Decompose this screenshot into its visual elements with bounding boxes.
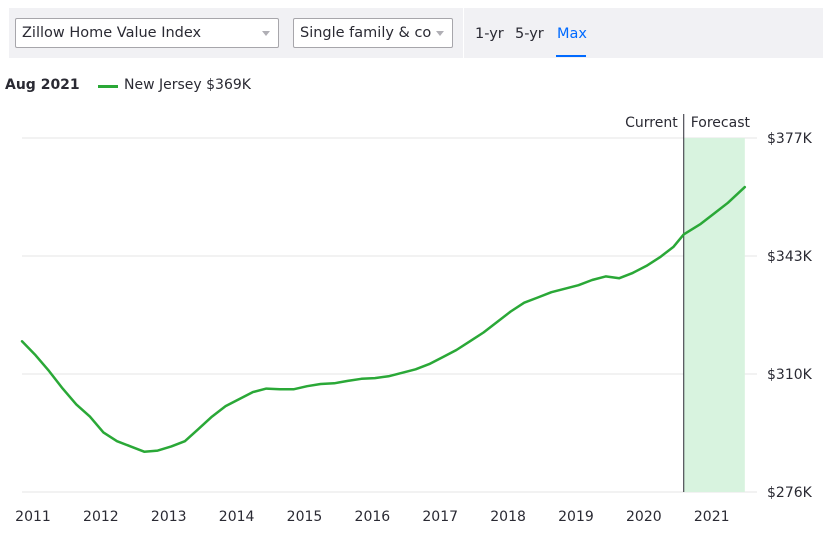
home-value-chart: Current Forecast $377K $343K $310K $276K 20… (15, 114, 813, 525)
x-tick-label: 2017 (422, 509, 458, 525)
x-tick-label: 2013 (151, 509, 187, 525)
x-tick-label: 2021 (694, 509, 730, 525)
y-tick-label: $276K (767, 485, 813, 501)
x-tick-label: 2020 (626, 509, 662, 525)
x-tick-label: 2016 (355, 509, 391, 525)
series-line-new-jersey (20, 185, 747, 453)
x-axis-ticks: 2011 2012 2013 2014 2015 2016 2017 2018 2019 2020… (15, 509, 729, 525)
x-tick-label: 2015 (287, 509, 323, 525)
x-tick-label: 2019 (558, 509, 594, 525)
y-axis-ticks: $377K $343K $310K $276K (767, 131, 813, 501)
x-tick-label: 2018 (490, 509, 526, 525)
y-tick-label: $377K (767, 131, 813, 147)
current-label: Current (625, 115, 678, 131)
y-tick-label: $343K (767, 249, 813, 265)
x-tick-label: 2011 (15, 509, 51, 525)
x-tick-label: 2012 (83, 509, 119, 525)
forecast-label: Forecast (691, 115, 751, 131)
x-tick-label: 2014 (219, 509, 255, 525)
y-tick-label: $310K (767, 367, 813, 383)
grid-lines (22, 137, 757, 493)
forecast-band (683, 138, 745, 492)
